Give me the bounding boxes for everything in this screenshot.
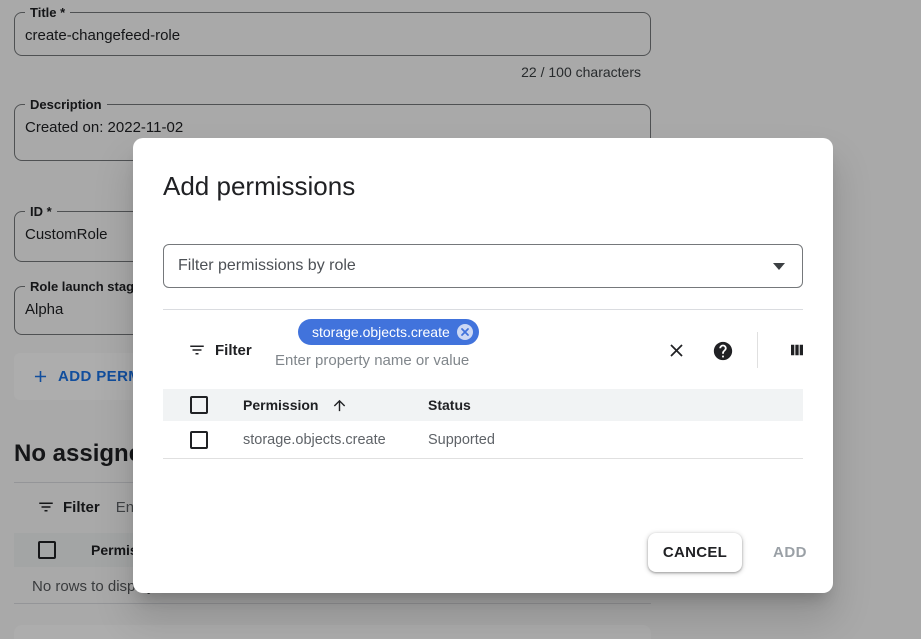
permission-cell: storage.objects.create <box>243 432 428 448</box>
filter-label: Filter <box>215 342 252 359</box>
dialog-title: Add permissions <box>163 171 355 202</box>
filter-list-icon <box>188 341 206 359</box>
filter-chip-label: storage.objects.create <box>312 324 450 340</box>
select-all-checkbox[interactable] <box>190 396 208 414</box>
permission-column-label: Permission <box>243 397 318 413</box>
add-permissions-dialog: Add permissions Filter permissions by ro… <box>133 138 833 593</box>
status-column-header[interactable]: Status <box>428 397 471 413</box>
permission-column-header[interactable]: Permission <box>243 397 398 414</box>
caret-down-icon <box>773 263 785 270</box>
add-button[interactable]: ADD <box>760 533 820 572</box>
chip-remove-icon[interactable] <box>456 323 474 341</box>
filter-input[interactable] <box>275 352 555 369</box>
permissions-filter-bar: Filter storage.objects.create <box>163 310 803 389</box>
role-dropdown-placeholder: Filter permissions by role <box>178 257 773 275</box>
row-checkbox[interactable] <box>190 431 208 449</box>
filter-chip[interactable]: storage.objects.create <box>298 319 479 345</box>
column-display-options-icon[interactable] <box>788 341 806 359</box>
permissions-table-header: Permission Status <box>163 389 803 421</box>
sort-ascending-icon <box>331 397 348 414</box>
permissions-table: Permission Status storage.objects.create… <box>163 389 803 459</box>
table-row[interactable]: storage.objects.create Supported <box>163 421 803 459</box>
divider <box>757 332 758 368</box>
clear-filters-button[interactable] <box>666 340 687 361</box>
filter-label-group: Filter <box>188 341 252 359</box>
status-cell: Supported <box>428 432 495 448</box>
help-icon[interactable] <box>712 340 734 362</box>
cancel-button[interactable]: CANCEL <box>648 533 742 572</box>
filter-permissions-by-role-dropdown[interactable]: Filter permissions by role <box>163 244 803 288</box>
